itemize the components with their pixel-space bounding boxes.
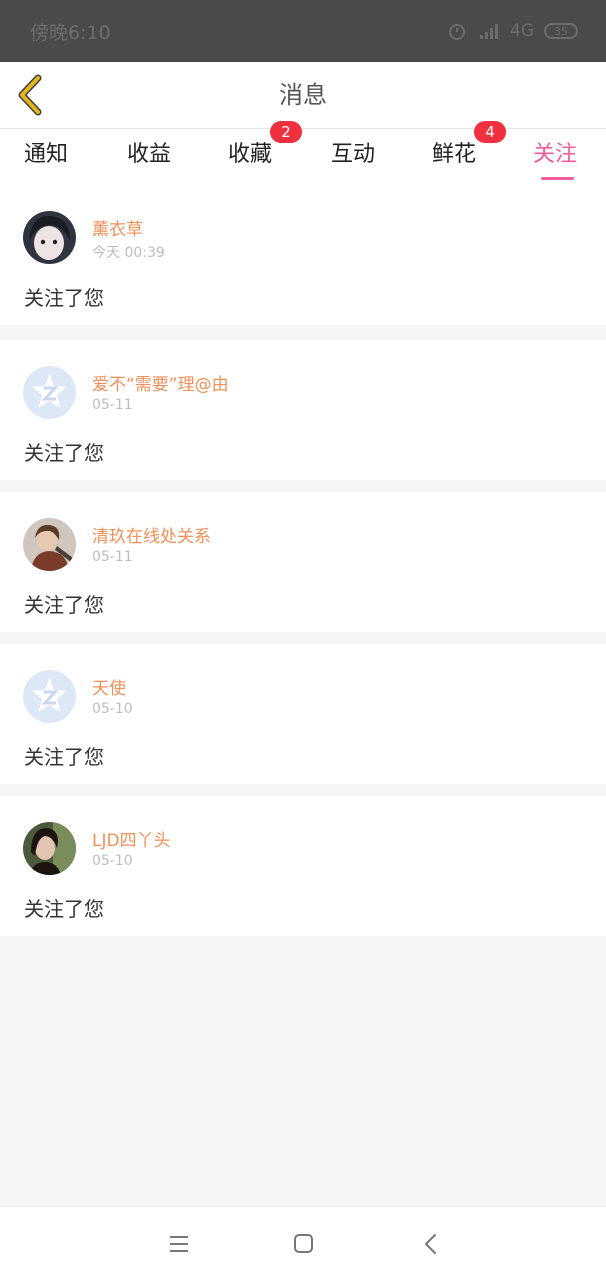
- user-name[interactable]: 天使: [92, 674, 126, 699]
- alarm-icon: [449, 24, 465, 40]
- home-square-icon: [294, 1234, 313, 1253]
- tab-notifications[interactable]: 通知: [24, 129, 68, 185]
- message-text: 关注了您: [24, 745, 104, 769]
- tab-label: 收益: [127, 142, 172, 167]
- system-back-button[interactable]: [416, 1229, 446, 1259]
- avatar[interactable]: [23, 518, 76, 571]
- battery-level: 35: [554, 24, 568, 38]
- tab-bar: 通知 收益 收藏 2 互动 鲜花 4 关注: [0, 121, 606, 185]
- user-photo-icon: [23, 518, 76, 571]
- system-nav-bar: [0, 1206, 606, 1281]
- tab-interactions[interactable]: 互动: [331, 129, 375, 185]
- avatar[interactable]: [23, 670, 76, 723]
- unread-badge: 4: [474, 121, 506, 143]
- tab-label: 通知: [24, 142, 69, 167]
- home-button[interactable]: [288, 1229, 318, 1259]
- avatar[interactable]: [23, 822, 76, 875]
- list-item[interactable]: 清玖在线处关系 05-11 关注了您: [0, 492, 606, 632]
- list-item[interactable]: LJD四丫头 05-10 关注了您: [0, 796, 606, 936]
- message-text: 关注了您: [24, 593, 104, 617]
- unread-badge: 2: [270, 121, 302, 143]
- menu-icon: [170, 1236, 188, 1252]
- tab-earnings[interactable]: 收益: [127, 129, 171, 185]
- status-bar: 傍晚6:10 4G 35: [0, 0, 606, 62]
- default-qq-avatar-icon: [23, 366, 76, 419]
- tab-label: 互动: [331, 142, 376, 167]
- tab-label: 关注: [533, 142, 578, 167]
- signal-icon: [480, 24, 498, 39]
- message-time: 05-10: [92, 853, 133, 869]
- tab-favorites[interactable]: 收藏 2: [228, 121, 302, 185]
- list-item[interactable]: 爱不“需要”理@由 05-11 关注了您: [0, 340, 606, 480]
- default-qq-avatar-icon: [23, 670, 76, 723]
- active-tab-indicator: [541, 177, 574, 180]
- user-name[interactable]: LJD四丫头: [92, 826, 171, 851]
- menu-button[interactable]: [164, 1229, 194, 1259]
- app-header: 消息: [0, 62, 606, 129]
- user-name[interactable]: 爱不“需要”理@由: [92, 370, 229, 395]
- avatar[interactable]: [23, 211, 76, 264]
- tab-label: 鲜花: [432, 142, 477, 167]
- page-title: 消息: [279, 81, 327, 109]
- battery-icon: 35: [544, 23, 578, 39]
- user-photo-icon: [23, 822, 76, 875]
- message-text: 关注了您: [24, 286, 104, 310]
- status-time: 傍晚6:10: [30, 21, 111, 44]
- message-time: 05-10: [92, 701, 133, 717]
- user-photo-icon: [23, 211, 76, 264]
- user-name[interactable]: 薰衣草: [92, 215, 143, 240]
- avatar[interactable]: [23, 366, 76, 419]
- message-time: 今天 00:39: [92, 245, 165, 261]
- tab-label: 收藏: [228, 142, 273, 167]
- user-name[interactable]: 清玖在线处关系: [92, 522, 211, 547]
- tab-flowers[interactable]: 鲜花 4: [432, 121, 506, 185]
- list-item[interactable]: 薰衣草 今天 00:39 关注了您: [0, 185, 606, 325]
- message-time: 05-11: [92, 549, 133, 565]
- message-time: 05-11: [92, 397, 133, 413]
- status-indicators: 4G 35: [446, 20, 578, 42]
- network-type: 4G: [510, 21, 534, 41]
- message-text: 关注了您: [24, 441, 104, 465]
- list-item[interactable]: 天使 05-10 关注了您: [0, 644, 606, 784]
- message-text: 关注了您: [24, 897, 104, 921]
- back-triangle-icon: [425, 1234, 436, 1254]
